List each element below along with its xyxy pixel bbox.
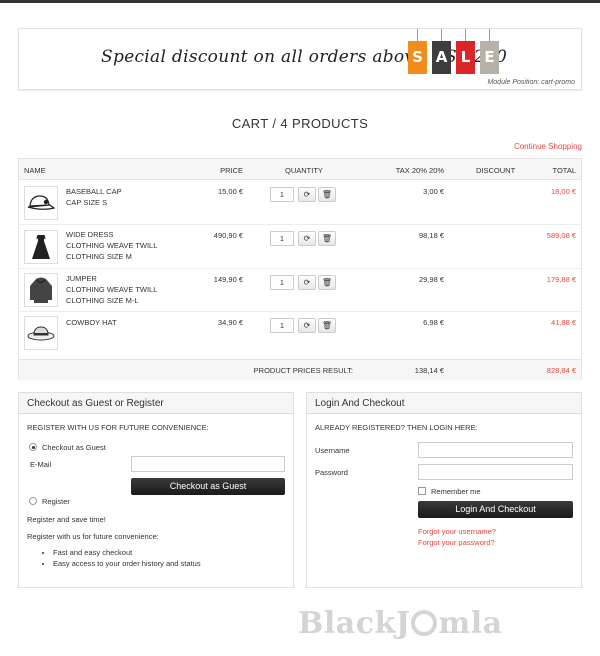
login-panel-subtitle: ALREADY REGISTERED? THEN LOGIN HERE: (315, 423, 478, 432)
password-field[interactable] (418, 464, 573, 480)
password-label: Password (315, 468, 348, 477)
guest-panel-title: Checkout as Guest or Register (19, 393, 293, 414)
login-panel-title: Login And Checkout (307, 393, 581, 414)
header-discount: DISCOUNT (476, 166, 516, 175)
login-and-checkout-button[interactable]: Login And Checkout (418, 501, 573, 518)
product-name: BASEBALL CAP CAP SIZE S (66, 187, 122, 207)
checkout-as-guest-button[interactable]: Checkout as Guest (131, 478, 285, 495)
promo-banner: Special discount on all orders above US$… (18, 28, 582, 90)
header-quantity: QUANTITY (285, 166, 323, 175)
forgot-password-link[interactable]: Forgot your password? (418, 538, 495, 547)
cart-table-header: NAME PRICE QUANTITY TAX 20% 20% DISCOUNT… (19, 159, 581, 180)
sale-tag-l: L (456, 41, 475, 74)
remember-me-checkbox[interactable] (418, 487, 426, 495)
convenience-text: Register with us for future convenience: (27, 532, 159, 541)
login-panel: Login And Checkout ALREADY REGISTERED? T… (306, 392, 582, 588)
register-radio[interactable] (29, 497, 37, 505)
save-time-text: Register and save time! (27, 515, 106, 524)
cart-row: WIDE DRESS CLOTHING WEAVE TWILL CLOTHING… (19, 225, 581, 269)
product-total: 179,88 € (546, 275, 576, 284)
product-total: 18,00 € (550, 187, 576, 196)
result-total: 828,84 € (546, 366, 576, 375)
cart-row: COWBOY HAT 34,90 € 1 ⟳ 🗑 6,98 € 41,88 € (19, 312, 581, 357)
checkout-as-guest-label: Checkout as Guest (42, 443, 106, 452)
product-price: 149,90 € (213, 275, 243, 284)
trash-icon: 🗑 (321, 278, 333, 287)
forgot-username-link[interactable]: Forgot your username? (418, 527, 496, 536)
refresh-icon: ⟳ (303, 278, 311, 287)
cowboy-hat-icon[interactable] (24, 316, 58, 350)
email-label: E-Mail (30, 460, 52, 469)
header-tax: TAX 20% 20% (395, 166, 444, 175)
result-tax: 138,14 € (414, 366, 444, 375)
update-quantity-button[interactable]: ⟳ (298, 187, 316, 202)
remove-item-button[interactable]: 🗑 (318, 318, 336, 333)
product-price: 15,00 € (217, 187, 243, 196)
product-name: WIDE DRESS CLOTHING WEAVE TWILL CLOTHING… (66, 230, 158, 261)
update-quantity-button[interactable]: ⟳ (298, 275, 316, 290)
product-tax: 6,98 € (423, 318, 444, 327)
product-price: 490,90 € (213, 231, 243, 240)
sale-tag-e: E (480, 41, 499, 74)
product-tax: 98,18 € (418, 231, 444, 240)
update-quantity-button[interactable]: ⟳ (298, 231, 316, 246)
result-label: PRODUCT PRICES RESULT: (253, 366, 353, 375)
joomla-icon (411, 610, 438, 636)
refresh-icon: ⟳ (303, 321, 311, 330)
register-label: Register (42, 497, 70, 506)
sale-tag-a: A (432, 41, 451, 74)
remove-item-button[interactable]: 🗑 (318, 275, 336, 290)
update-quantity-button[interactable]: ⟳ (298, 318, 316, 333)
checkout-as-guest-radio[interactable] (29, 443, 37, 451)
benefits-list: Fast and easy checkout Easy access to yo… (53, 547, 201, 569)
header-price: PRICE (220, 166, 243, 175)
remove-item-button[interactable]: 🗑 (318, 187, 336, 202)
cart-row: BASEBALL CAP CAP SIZE S 15,00 € 1 ⟳ 🗑 3,… (19, 180, 581, 225)
sale-tag-s: S (408, 41, 427, 74)
refresh-icon: ⟳ (303, 234, 311, 243)
product-name: COWBOY HAT (66, 318, 117, 327)
cart-table: NAME PRICE QUANTITY TAX 20% 20% DISCOUNT… (18, 158, 582, 380)
blackjoomla-watermark-logo: BlackJ mla (298, 606, 503, 641)
remove-item-button[interactable]: 🗑 (318, 231, 336, 246)
list-item: Easy access to your order history and st… (53, 558, 201, 569)
jumper-icon[interactable] (24, 273, 58, 307)
email-field[interactable] (131, 456, 285, 472)
product-tax: 3,00 € (423, 187, 444, 196)
quantity-input[interactable]: 1 (270, 318, 294, 333)
product-total: 589,08 € (546, 231, 576, 240)
header-name: NAME (24, 166, 46, 175)
trash-icon: 🗑 (321, 234, 333, 243)
prices-result-row: PRODUCT PRICES RESULT: 138,14 € 828,84 € (19, 359, 581, 380)
list-item: Fast and easy checkout (53, 547, 201, 558)
top-bar (0, 0, 600, 3)
sale-tags: S A L E (405, 29, 505, 79)
product-tax: 29,98 € (418, 275, 444, 284)
quantity-input[interactable]: 1 (270, 187, 294, 202)
dress-icon[interactable] (24, 230, 58, 264)
product-total: 41,88 € (550, 318, 576, 327)
quantity-input[interactable]: 1 (270, 231, 294, 246)
cart-row: JUMPER CLOTHING WEAVE TWILL CLOTHING SIZ… (19, 269, 581, 312)
quantity-input[interactable]: 1 (270, 275, 294, 290)
remember-me-label: Remember me (431, 487, 481, 496)
baseball-cap-icon[interactable] (24, 186, 58, 220)
module-position-label: Module Position: cart-promo (487, 79, 575, 86)
trash-icon: 🗑 (321, 190, 333, 199)
refresh-icon: ⟳ (303, 190, 311, 199)
continue-shopping-link[interactable]: Continue Shopping (514, 142, 582, 151)
username-field[interactable] (418, 442, 573, 458)
guest-register-panel: Checkout as Guest or Register REGISTER W… (18, 392, 294, 588)
username-label: Username (315, 446, 350, 455)
product-price: 34,90 € (217, 318, 243, 327)
cart-title: CART / 4 PRODUCTS (231, 116, 369, 131)
trash-icon: 🗑 (321, 321, 333, 330)
product-name: JUMPER CLOTHING WEAVE TWILL CLOTHING SIZ… (66, 274, 158, 305)
guest-panel-subtitle: REGISTER WITH US FOR FUTURE CONVENIENCE: (27, 423, 209, 432)
header-total: TOTAL (552, 166, 576, 175)
